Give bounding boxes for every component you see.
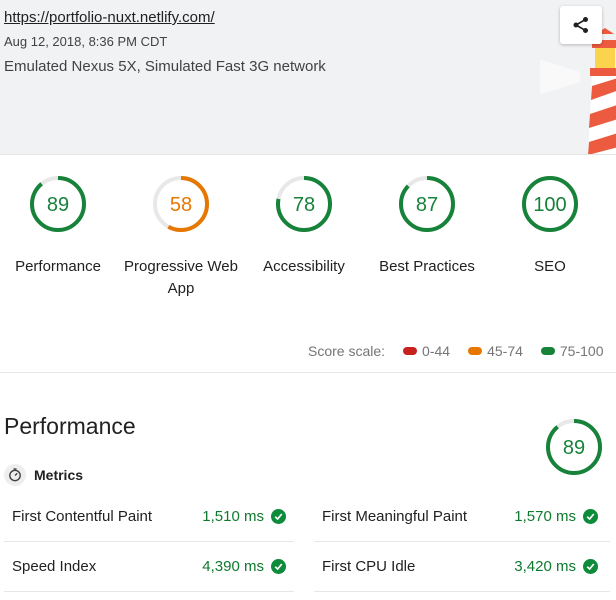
metric-name: Speed Index xyxy=(12,558,97,575)
share-icon xyxy=(573,17,588,33)
gauge-seo[interactable]: 100 SEO xyxy=(485,174,615,278)
gauge-ring: 89 xyxy=(30,176,86,232)
report-url-link[interactable]: https://portfolio-nuxt.netlify.com/ xyxy=(4,9,215,26)
scale-average: 45-74 xyxy=(468,343,523,359)
performance-score: 89 xyxy=(563,437,585,459)
share-button[interactable] xyxy=(560,6,602,44)
report-timestamp: Aug 12, 2018, 8:36 PM CDT xyxy=(4,34,168,49)
check-icon xyxy=(271,559,286,574)
metric-first-meaningful-paint[interactable]: First Meaningful Paint 1,570 ms xyxy=(314,492,610,542)
metric-first-contentful-paint[interactable]: First Contentful Paint 1,510 ms xyxy=(4,492,294,542)
gauge-score: 78 xyxy=(293,194,315,216)
gauge-performance[interactable]: 89 Performance xyxy=(0,174,123,278)
gauge-label: Progressive Web App xyxy=(124,258,238,297)
gauge-accessibility[interactable]: 78 Accessibility xyxy=(239,174,369,278)
score-scale-label: Score scale: xyxy=(308,343,386,359)
gauge-ring: 78 xyxy=(276,176,332,232)
gauge-progressive-web-app[interactable]: 58 Progressive Web App xyxy=(116,174,246,300)
gauge-label: SEO xyxy=(534,258,566,275)
gauge-score: 87 xyxy=(416,194,438,216)
metrics-label: Metrics xyxy=(34,467,84,483)
metric-name: First Contentful Paint xyxy=(12,508,153,525)
metric-value: 1,570 ms xyxy=(514,508,576,525)
scale-fail: 0-44 xyxy=(403,343,450,359)
gauge-ring: 100 xyxy=(522,176,578,232)
average-dot-icon xyxy=(468,347,483,355)
check-icon xyxy=(271,509,286,524)
report-header: https://portfolio-nuxt.netlify.com/ Aug … xyxy=(0,0,616,155)
metric-value: 1,510 ms xyxy=(202,508,264,525)
score-scale-legend: Score scale: 0-44 45-74 75-100 xyxy=(308,343,603,359)
performance-heading: Performance xyxy=(4,413,136,439)
gauge-label: Performance xyxy=(15,258,101,275)
performance-gauge: 89 xyxy=(546,419,602,475)
scale-pass: 75-100 xyxy=(540,343,604,359)
metrics-header: Metrics xyxy=(4,464,83,486)
gauge-ring: 58 xyxy=(153,176,209,232)
gauge-score: 89 xyxy=(47,194,69,216)
scale-range-label: 75-100 xyxy=(559,343,604,359)
pass-dot-icon xyxy=(540,347,555,355)
scale-range-label: 45-74 xyxy=(487,343,523,359)
fail-dot-icon xyxy=(403,347,418,355)
gauge-label: Accessibility xyxy=(263,258,345,275)
scale-range-label: 0-44 xyxy=(422,343,451,359)
timer-icon xyxy=(4,464,26,486)
check-icon xyxy=(583,509,598,524)
metric-value: 3,420 ms xyxy=(514,558,576,575)
gauge-label: Best Practices xyxy=(379,258,475,275)
gauge-score: 58 xyxy=(170,194,192,216)
gauge-best-practices[interactable]: 87 Best Practices xyxy=(362,174,492,278)
metric-first-cpu-idle[interactable]: First CPU Idle 3,420 ms xyxy=(314,542,610,592)
report-environment: Emulated Nexus 5X, Simulated Fast 3G net… xyxy=(4,58,326,75)
metric-value: 4,390 ms xyxy=(202,558,264,575)
metric-name: First Meaningful Paint xyxy=(322,508,468,525)
check-icon xyxy=(583,559,598,574)
category-gauges: 89 Performance 58 Progressive Web App 78… xyxy=(0,155,616,373)
gauge-score: 100 xyxy=(533,194,566,216)
gauge-ring: 87 xyxy=(399,176,455,232)
metric-name: First CPU Idle xyxy=(322,558,416,575)
metric-speed-index[interactable]: Speed Index 4,390 ms xyxy=(4,542,294,592)
